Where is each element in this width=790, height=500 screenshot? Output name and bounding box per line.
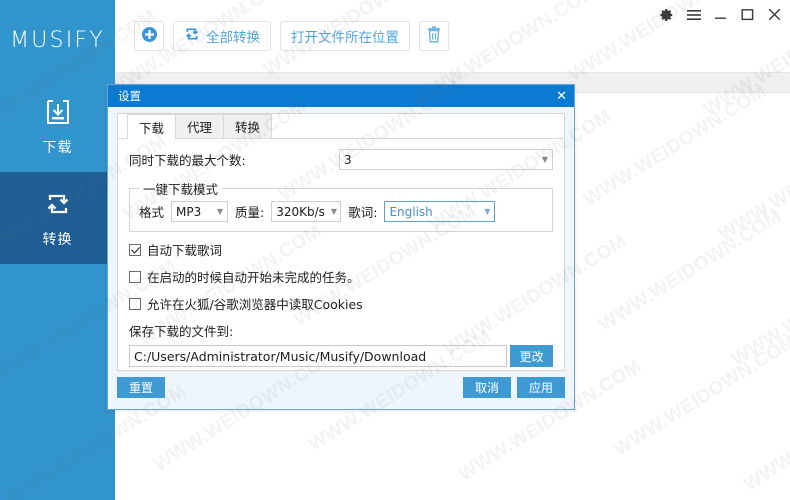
change-path-button[interactable]: 更改: [510, 345, 553, 367]
maximize-icon[interactable]: [740, 7, 755, 22]
open-file-location-label: 打开文件所在位置: [291, 30, 399, 46]
format-select[interactable]: MP3 ▼: [171, 201, 229, 222]
trash-icon: [426, 25, 442, 47]
chevron-down-icon: ▼: [484, 206, 491, 216]
convert-icon: [41, 187, 75, 221]
cancel-button[interactable]: 取消: [463, 377, 511, 398]
gear-icon[interactable]: [659, 7, 674, 22]
tab-download[interactable]: 下载: [127, 114, 177, 139]
open-file-location-button[interactable]: 打开文件所在位置: [280, 21, 410, 51]
chevron-down-icon: ▼: [216, 206, 224, 216]
settings-dialog: 设置 ✕ 下载 代理 转换 同时下载的最大个数: 3 ▼ 一键下载模式 格式 M…: [107, 84, 575, 410]
dialog-footer: 重置 取消 应用: [117, 377, 565, 398]
auto-download-lyrics-label: 自动下载歌词: [147, 243, 223, 258]
chevron-down-icon: ▼: [541, 154, 548, 164]
format-label: 格式: [139, 205, 165, 220]
format-value: MP3: [176, 204, 202, 219]
download-settings-form: 同时下载的最大个数: 3 ▼ 一键下载模式 格式 MP3 ▼ 质量: 320Kb…: [118, 139, 564, 367]
concurrent-downloads-select[interactable]: 3 ▼: [339, 149, 553, 170]
tab-convert[interactable]: 转换: [223, 114, 273, 138]
lyrics-select[interactable]: English ▼: [384, 201, 496, 222]
concurrent-downloads-value: 3: [344, 152, 352, 167]
quality-select[interactable]: 320Kb/s ▼: [271, 201, 342, 222]
lyrics-label: 歌词:: [348, 205, 378, 220]
lyrics-value: English: [389, 204, 433, 219]
dialog-titlebar: 设置 ✕: [108, 85, 574, 107]
save-path-row: 更改: [129, 345, 553, 367]
menu-icon[interactable]: [686, 7, 701, 22]
save-path-input[interactable]: [129, 345, 508, 367]
convert-all-button[interactable]: 全部转换: [173, 21, 271, 51]
sidebar-item-download-label: 下载: [42, 140, 73, 156]
resume-on-startup-checkbox[interactable]: [129, 270, 141, 283]
dialog-title: 设置: [118, 89, 141, 103]
resume-on-startup-checkbox-row[interactable]: 在启动的时候自动开始未完成的任务。: [129, 267, 553, 286]
dialog-close-icon[interactable]: ✕: [556, 90, 567, 103]
add-button[interactable]: [134, 21, 164, 51]
plus-circle-icon: [141, 26, 158, 47]
delete-button[interactable]: [419, 21, 449, 51]
quality-label: 质量:: [235, 205, 265, 220]
download-icon: [41, 95, 75, 129]
tab-proxy[interactable]: 代理: [175, 114, 225, 138]
concurrent-downloads-label: 同时下载的最大个数:: [129, 153, 246, 168]
allow-browser-cookies-checkbox-row[interactable]: 允许在火狐/谷歌浏览器中读取Cookies: [129, 294, 553, 313]
allow-browser-cookies-label: 允许在火狐/谷歌浏览器中读取Cookies: [147, 297, 363, 312]
allow-browser-cookies-checkbox[interactable]: [129, 297, 141, 310]
close-icon[interactable]: [767, 7, 782, 22]
dialog-tabs: 下载 代理 转换: [118, 114, 564, 139]
auto-download-lyrics-checkbox-row[interactable]: 自动下载歌词: [129, 240, 553, 259]
app-logo: MUSIFY: [10, 27, 105, 53]
oneclick-controls-row: 格式 MP3 ▼ 质量: 320Kb/s ▼ 歌词: English ▼: [139, 201, 543, 222]
window-controls: [659, 7, 782, 22]
sidebar-item-download[interactable]: 下载: [0, 80, 115, 172]
oneclick-download-legend: 一键下载模式: [143, 182, 219, 197]
dialog-body: 下载 代理 转换 同时下载的最大个数: 3 ▼ 一键下载模式 格式 MP3 ▼: [117, 113, 565, 371]
sidebar-item-convert[interactable]: 转换: [0, 172, 115, 264]
save-path-label: 保存下载的文件到:: [129, 324, 234, 339]
sidebar: MUSIFY 下载 转换: [0, 0, 115, 500]
reset-button[interactable]: 重置: [117, 377, 165, 398]
apply-button[interactable]: 应用: [517, 377, 565, 398]
resume-on-startup-label: 在启动的时候自动开始未完成的任务。: [147, 270, 360, 285]
quality-value: 320Kb/s: [276, 204, 325, 219]
convert-icon: [184, 26, 200, 46]
sidebar-item-convert-label: 转换: [42, 232, 73, 248]
chevron-down-icon: ▼: [330, 206, 338, 216]
concurrent-downloads-row: 同时下载的最大个数: 3 ▼: [129, 149, 553, 170]
convert-all-label: 全部转换: [206, 30, 260, 46]
oneclick-download-group: 一键下载模式 格式 MP3 ▼ 质量: 320Kb/s ▼ 歌词: Englis…: [129, 179, 553, 232]
auto-download-lyrics-checkbox[interactable]: [129, 243, 141, 256]
minimize-icon[interactable]: [713, 7, 728, 22]
